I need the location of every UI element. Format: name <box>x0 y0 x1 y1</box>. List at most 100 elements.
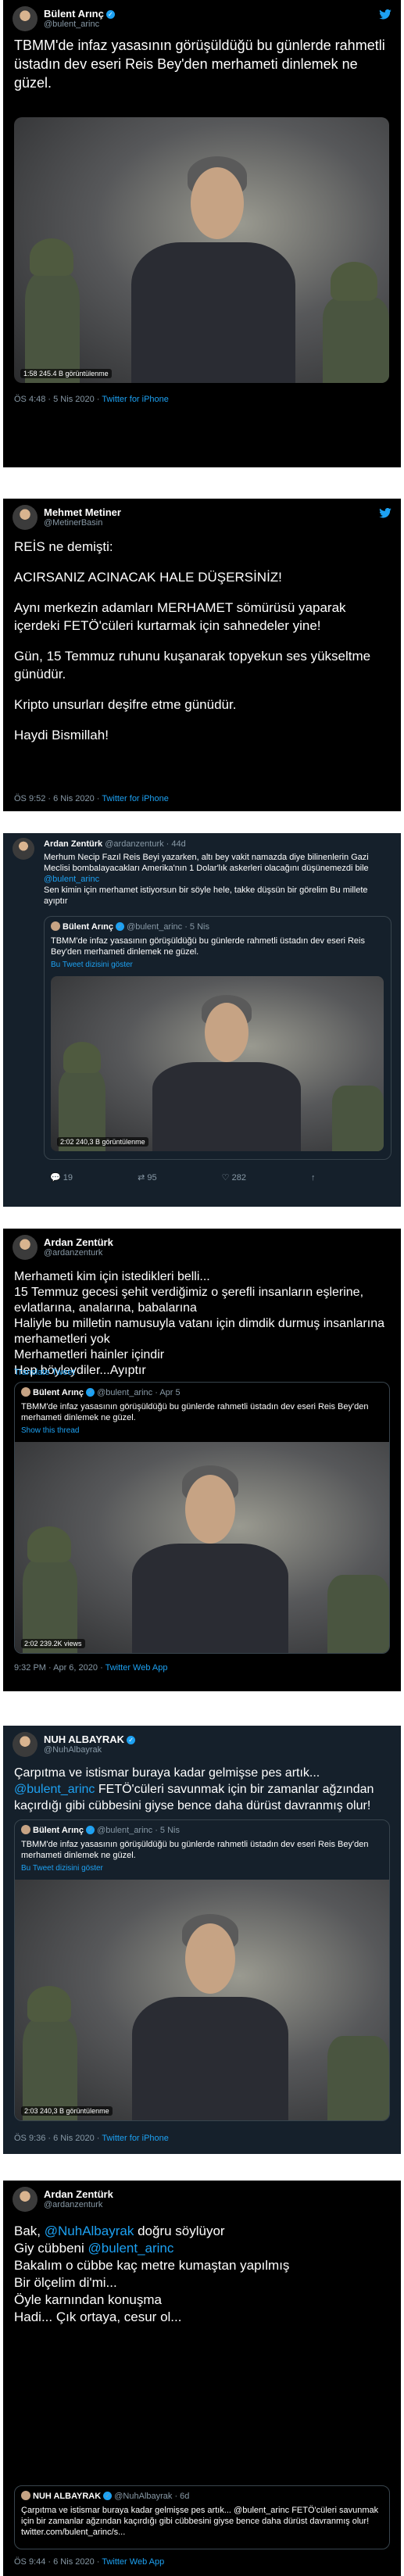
quote-author-handle: @NuhAlbayrak · 6d <box>114 2492 190 2501</box>
translate-tweet-link[interactable]: Translate Tweet <box>14 1368 75 1377</box>
tweet-source[interactable]: Twitter Web App <box>102 2557 164 2567</box>
avatar[interactable] <box>13 1235 38 1260</box>
author-handle[interactable]: @ardanzenturk <box>44 1248 102 1258</box>
quote-avatar <box>21 2491 30 2500</box>
quote-author-name: Bülent Arınç <box>33 1826 84 1835</box>
video-info: 2:03 240,3 B görüntülenme <box>21 2106 113 2116</box>
tweet-header: Mehmet Metiner @MetinerBasin <box>3 499 401 533</box>
author-handle[interactable]: @ardanzenturk <box>44 2200 102 2209</box>
retweet-button[interactable]: ⇄ 95 <box>138 1172 157 1182</box>
tweet-source[interactable]: Twitter for iPhone <box>102 2134 169 2143</box>
quote-author-handle: @bulent_arinc · 5 Nis <box>97 1826 180 1835</box>
tweet-header: Ardan Zentürk @ardanzenturk <box>3 1229 401 1263</box>
tweet-source[interactable]: Twitter Web App <box>105 1663 168 1673</box>
tweet-actions: 💬 19 ⇄ 95 ♡ 282 ↑ <box>50 1172 378 1182</box>
avatar[interactable] <box>13 1732 38 1757</box>
quote-text: TBMM'de infaz yasasının görüşüldüğü bu g… <box>21 1402 369 1422</box>
mention-link[interactable]: @bulent_arinc <box>88 2241 174 2256</box>
tweet-line: Bakalım o cübbe kaç metre kumaştan yapıl… <box>14 2258 290 2273</box>
tweet-line: Öyle karnından konuşma <box>14 2292 162 2307</box>
quote-text: TBMM'de infaz yasasının görüşüldüğü bu g… <box>51 936 365 957</box>
tweet-paragraph: Haydi Bismillah! <box>14 728 109 742</box>
tweet-line: Haliyle bu milletin namusuyla vatanı içi… <box>14 1317 384 1346</box>
quote-author-name: Bülent Arınç <box>63 922 113 932</box>
tweet-line: 15 Temmuz gecesi şehit verdiğimiz o şere… <box>14 1286 364 1315</box>
author-name[interactable]: Mehmet Metiner <box>44 506 121 518</box>
tweet-text: TBMM'de infaz yasasının görüşüldüğü bu g… <box>14 38 385 91</box>
tweet-line: Hadi... Çık ortaya, cesur ol... <box>14 2309 182 2324</box>
verified-icon: ✓ <box>105 10 115 19</box>
show-thread-link[interactable]: Bu Tweet dizisini göster <box>21 1864 103 1873</box>
quote-text: TBMM'de infaz yasasının görüşüldüğü bu g… <box>21 1840 369 1860</box>
author-name[interactable]: Ardan Zentürk <box>44 839 102 849</box>
video-thumbnail[interactable]: 2:03 240,3 B görüntülenme <box>15 1880 389 2120</box>
verified-icon: ✓ <box>86 1388 95 1397</box>
verified-icon: ✓ <box>103 2492 113 2500</box>
tweet-source[interactable]: Twitter for iPhone <box>102 794 169 803</box>
avatar[interactable] <box>13 505 38 530</box>
author-name[interactable]: NUH ALBAYRAK <box>44 1733 124 1745</box>
tweet-card-5: NUH ALBAYRAK ✓ @NuhAlbayrak Çarpıtma ve i… <box>3 1726 401 2154</box>
author-name[interactable]: Ardan Zentürk <box>44 1236 113 1248</box>
quote-author-handle: @bulent_arinc · 5 Nis <box>127 922 209 932</box>
mention-link[interactable]: @NuhAlbayrak <box>45 2224 134 2238</box>
soldier-figure <box>25 274 80 383</box>
video-info: 2:02 239.2K views <box>21 1639 85 1648</box>
avatar[interactable] <box>13 2187 38 2212</box>
quoted-tweet[interactable]: Bülent Arınç ✓ @bulent_arinc · 5 Nis TBMM… <box>14 1819 390 2121</box>
tweet-text: Çarpıtma ve istismar buraya kadar gelmiş… <box>14 1766 374 1812</box>
tweet-source[interactable]: Twitter for iPhone <box>102 395 169 404</box>
author-name[interactable]: Ardan Zentürk <box>44 2188 113 2200</box>
tweet-text: Bak, @NuhAlbayrak doğru söylüyor Giy cüb… <box>14 2223 390 2326</box>
tweet-line: Merhameti kim için istedikleri belli... <box>14 1270 210 1283</box>
share-icon[interactable]: ↑ <box>311 1173 316 1182</box>
tweet-timestamp: ÖS 9:52 · 6 Nis 2020 · Twitter for iPhon… <box>14 794 169 803</box>
quoted-tweet[interactable]: NUH ALBAYRAK ✓ @NuhAlbayrak · 6d Çarpıtma… <box>14 2485 390 2549</box>
video-thumbnail[interactable]: 2:02 239.2K views <box>15 1442 389 1653</box>
tweet-timestamp: ÖS 9:36 · 6 Nis 2020 · Twitter for iPhon… <box>14 2134 169 2143</box>
tweet-card-6: Ardan Zentürk @ardanzenturk Bak, @NuhAlb… <box>3 2181 401 2576</box>
like-button[interactable]: ♡ 282 <box>222 1172 246 1182</box>
mention-link[interactable]: @bulent_arinc <box>14 1783 95 1796</box>
tweet-line: Bir ölçelim di'mi... <box>14 2275 117 2290</box>
avatar[interactable] <box>13 6 38 31</box>
tweet-timestamp: 9:32 PM · Apr 6, 2020 · Twitter Web App <box>14 1663 168 1673</box>
author-handle[interactable]: @ardanzenturk · 44d <box>105 839 186 849</box>
author-handle[interactable]: @bulent_arinc <box>44 20 99 29</box>
video-thumbnail[interactable]: 1:58 245.4 B görüntülenme <box>14 117 389 383</box>
show-thread-link[interactable]: Bu Tweet dizisini göster <box>51 961 133 969</box>
tweet-timestamp: ÖS 9:44 · 6 Nis 2020 · Twitter Web App <box>14 2557 165 2567</box>
quote-text: Çarpıtma ve istismar buraya kadar gelmiş… <box>21 2506 379 2537</box>
man-figure <box>131 242 295 383</box>
quote-author-handle: @bulent_arinc · Apr 5 <box>97 1388 181 1397</box>
twitter-logo-icon <box>379 508 391 518</box>
tweet-paragraph: REİS ne demişti: <box>14 539 113 554</box>
mention-link[interactable]: @bulent_arinc <box>44 875 99 884</box>
quoted-tweet[interactable]: Bülent Arınç ✓ @bulent_arinc · Apr 5 TBMM… <box>14 1382 390 1654</box>
verified-icon: ✓ <box>86 1826 95 1834</box>
author-name[interactable]: Bülent Arınç <box>44 8 104 20</box>
tweet-paragraph: Aynı merkezin adamları MERHAMET sömürüsü… <box>14 600 346 633</box>
tweet-timestamp: ÖS 4:48 · 5 Nis 2020 · Twitter for iPhon… <box>14 395 169 404</box>
quote-avatar <box>21 1387 30 1397</box>
tweet-header: Ardan Zentürk @ardanzenturk <box>3 2181 401 2215</box>
video-thumbnail[interactable]: 2:02 240,3 B görüntülenme <box>51 976 384 1151</box>
verified-icon: ✓ <box>127 1736 136 1744</box>
reply-button[interactable]: 💬 19 <box>50 1172 73 1182</box>
twitter-logo-icon <box>379 9 391 20</box>
tweet-text: Merhameti kim için istedikleri belli... … <box>14 1269 390 1379</box>
author-handle[interactable]: @NuhAlbayrak <box>44 1745 102 1755</box>
video-info: 1:58 245.4 B görüntülenme <box>20 369 112 378</box>
author-handle[interactable]: @MetinerBasin <box>44 518 102 528</box>
tweet-text: Merhum Necip Fazıl Reis Beyi yazarken, a… <box>44 853 369 906</box>
show-thread-link[interactable]: Show this thread <box>21 1426 80 1435</box>
tweet-card-4: Ardan Zentürk @ardanzenturk Merhameti ki… <box>3 1229 401 1691</box>
tweet-text: REİS ne demişti: ACIRSANIZ ACINACAK HALE… <box>14 538 390 757</box>
quote-author-name: Bülent Arınç <box>33 1388 84 1397</box>
quoted-tweet[interactable]: Bülent Arınç ✓ @bulent_arinc · 5 Nis TBMM… <box>44 916 391 1160</box>
avatar[interactable] <box>13 838 34 860</box>
tweet-card-3: Ardan Zentürk @ardanzenturk · 44d Merhum… <box>3 833 401 1207</box>
quote-avatar <box>21 1825 30 1834</box>
tweet-header: Bülent Arınç ✓ @bulent_arinc <box>3 0 401 34</box>
tweet-card-2: Mehmet Metiner @MetinerBasin REİS ne dem… <box>3 499 401 811</box>
